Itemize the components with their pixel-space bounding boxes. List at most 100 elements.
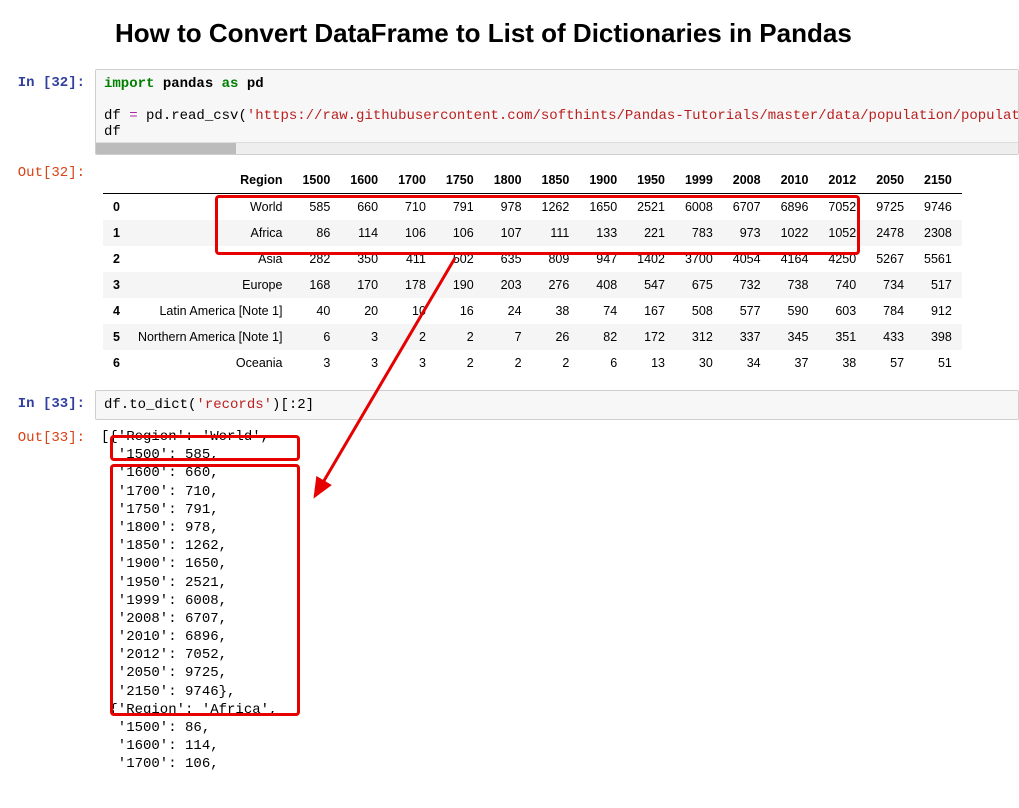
table-col-header: 2150: [914, 167, 962, 194]
table-cell: 1052: [818, 220, 866, 246]
table-col-header: 1900: [579, 167, 627, 194]
prompt-out-2: Out[33]:: [0, 424, 95, 774]
table-cell: 4164: [771, 246, 819, 272]
table-cell: 106: [388, 220, 436, 246]
table-col-header: 2008: [723, 167, 771, 194]
table-cell: 6707: [723, 194, 771, 221]
table-cell: 20: [340, 298, 388, 324]
table-col-header: 2012: [818, 167, 866, 194]
table-cell: 13: [627, 350, 675, 376]
table-cell: 1022: [771, 220, 819, 246]
table-cell: 502: [436, 246, 484, 272]
table-cell: 133: [579, 220, 627, 246]
table-cell: 2: [532, 350, 580, 376]
table-cell: 172: [627, 324, 675, 350]
table-cell: 168: [292, 272, 340, 298]
table-index-header: [103, 167, 128, 194]
table-cell: 190: [436, 272, 484, 298]
row-index: 5: [103, 324, 128, 350]
row-index: 0: [103, 194, 128, 221]
prompt-in-1: In [32]:: [0, 69, 95, 155]
code-area-2[interactable]: df.to_dict('records')[:2]: [95, 390, 1019, 420]
table-cell: 408: [579, 272, 627, 298]
table-cell: 221: [627, 220, 675, 246]
cell-1-input: In [32]: import pandas as pd df = pd.rea…: [0, 69, 1019, 155]
table-col-header: 2050: [866, 167, 914, 194]
table-cell: 1262: [532, 194, 580, 221]
table-cell: 6896: [771, 194, 819, 221]
table-cell: 411: [388, 246, 436, 272]
table-cell: Northern America [Note 1]: [128, 324, 293, 350]
table-cell: 351: [818, 324, 866, 350]
table-cell: 6: [579, 350, 627, 376]
table-cell: 3: [388, 350, 436, 376]
code-area-1[interactable]: import pandas as pd df = pd.read_csv('ht…: [95, 69, 1019, 155]
table-cell: 732: [723, 272, 771, 298]
table-cell: 978: [484, 194, 532, 221]
table-cell: 517: [914, 272, 962, 298]
cell-1-output: Out[32]: Region1500160017001750180018501…: [0, 159, 1019, 386]
table-cell: 178: [388, 272, 436, 298]
table-cell: 34: [723, 350, 771, 376]
table-cell: Africa: [128, 220, 293, 246]
table-cell: 51: [914, 350, 962, 376]
table-cell: 167: [627, 298, 675, 324]
table-col-header: 1850: [532, 167, 580, 194]
table-cell: 30: [675, 350, 723, 376]
table-cell: 203: [484, 272, 532, 298]
row-index: 2: [103, 246, 128, 272]
row-index: 6: [103, 350, 128, 376]
table-cell: 5267: [866, 246, 914, 272]
table-cell: 107: [484, 220, 532, 246]
table-row: 3Europe168170178190203276408547675732738…: [103, 272, 962, 298]
output-area-2: [{'Region': 'World', '1500': 585, '1600'…: [95, 424, 1019, 774]
table-cell: 74: [579, 298, 627, 324]
table-cell: 312: [675, 324, 723, 350]
table-cell: 433: [866, 324, 914, 350]
table-col-header: 1500: [292, 167, 340, 194]
table-cell: 5561: [914, 246, 962, 272]
page-title: How to Convert DataFrame to List of Dict…: [115, 18, 1019, 49]
table-cell: 547: [627, 272, 675, 298]
table-cell: 57: [866, 350, 914, 376]
table-cell: 2: [484, 350, 532, 376]
table-cell: 24: [484, 298, 532, 324]
output-area-1: Region1500160017001750180018501900195019…: [95, 159, 1019, 386]
table-col-header: 1950: [627, 167, 675, 194]
table-cell: 740: [818, 272, 866, 298]
table-cell: 912: [914, 298, 962, 324]
table-cell: 973: [723, 220, 771, 246]
table-cell: 675: [675, 272, 723, 298]
table-cell: 40: [292, 298, 340, 324]
table-cell: 282: [292, 246, 340, 272]
horizontal-scrollbar[interactable]: [96, 142, 1018, 154]
table-row: 4Latin America [Note 1]40201016243874167…: [103, 298, 962, 324]
table-col-header: 1800: [484, 167, 532, 194]
table-cell: 2: [436, 350, 484, 376]
table-col-header: 1700: [388, 167, 436, 194]
table-cell: 3: [340, 324, 388, 350]
row-index: 3: [103, 272, 128, 298]
table-cell: 9746: [914, 194, 962, 221]
table-cell: 783: [675, 220, 723, 246]
row-index: 4: [103, 298, 128, 324]
table-cell: 6008: [675, 194, 723, 221]
table-cell: 7: [484, 324, 532, 350]
table-cell: 734: [866, 272, 914, 298]
table-cell: 4054: [723, 246, 771, 272]
table-cell: 585: [292, 194, 340, 221]
table-cell: 9725: [866, 194, 914, 221]
table-cell: 784: [866, 298, 914, 324]
table-cell: 947: [579, 246, 627, 272]
table-cell: 345: [771, 324, 819, 350]
table-cell: Asia: [128, 246, 293, 272]
table-col-header: Region: [128, 167, 293, 194]
cell-2-input: In [33]: df.to_dict('records')[:2]: [0, 390, 1019, 420]
table-cell: 350: [340, 246, 388, 272]
table-cell: 635: [484, 246, 532, 272]
table-cell: 508: [675, 298, 723, 324]
table-cell: 791: [436, 194, 484, 221]
table-cell: 86: [292, 220, 340, 246]
table-row: 2Asia28235041150263580994714023700405441…: [103, 246, 962, 272]
table-cell: 577: [723, 298, 771, 324]
